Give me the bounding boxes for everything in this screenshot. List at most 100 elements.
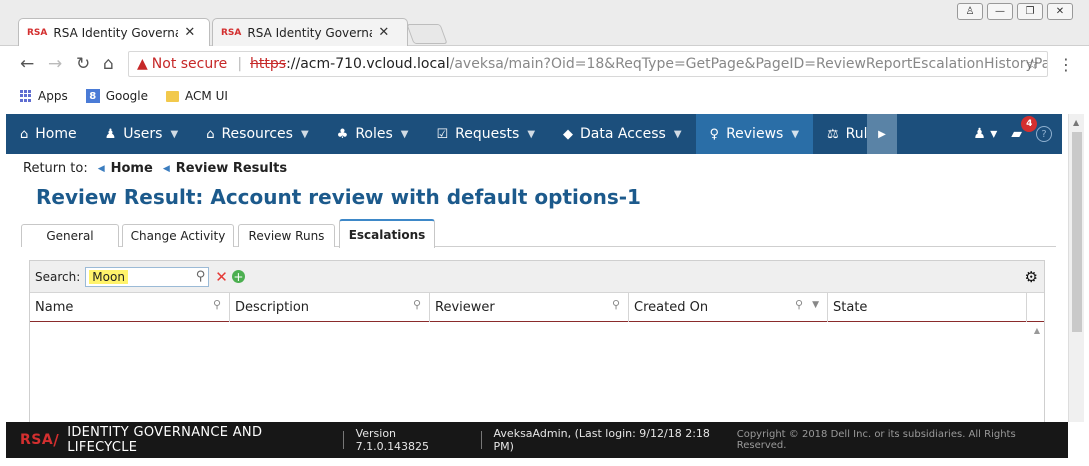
grid-scroll-up-icon[interactable]: ▲ [1034,326,1040,335]
rules-icon: ⚖ [827,126,839,142]
bookmark-google[interactable]: 8 Google [85,89,149,103]
home-icon[interactable]: ⌂ [103,54,114,74]
logo-slash-icon: / [53,431,60,449]
logo-text: RSA [20,432,54,448]
nav-label: Data Access [580,126,666,142]
rsa-favicon-icon: RSA [27,27,48,38]
url-host: ://acm-710.vcloud.local [286,56,450,72]
breadcrumb-link-home[interactable]: Home [111,161,153,176]
bookmark-star-icon[interactable]: ☆ [1026,55,1039,73]
column-header-state[interactable]: State [828,293,1027,322]
rsa-favicon-icon: RSA [221,27,242,38]
browser-tab-2[interactable]: RSA RSA Identity Governance an ✕ [212,18,408,46]
bookmark-label: ACM UI [185,89,228,103]
column-filter-icon[interactable]: ⚲ [213,298,221,311]
url-separator: | [237,56,243,72]
browser-tab-1[interactable]: RSA RSA Identity Governance an ✕ [18,18,210,46]
back-arrow-icon[interactable]: ← [20,54,34,74]
chevron-down-icon: ▼ [527,128,536,140]
not-secure-label: Not secure [151,56,228,72]
bookmark-acm-ui[interactable]: ACM UI [166,89,228,103]
nav-rules[interactable]: ⚖ Rules [813,114,867,154]
breadcrumb: Return to: ◀ Home ◀ Review Results [23,161,287,176]
search-label: Search: [35,269,81,284]
maximize-icon[interactable]: ❐ [1017,3,1043,20]
escalations-grid: Search: Moon ⚲ ✕ + ⚙ Name ⚲ Description … [29,260,1045,422]
nav-requests[interactable]: ☑ Requests ▼ [422,114,549,154]
search-icon[interactable]: ⚲ [196,269,206,284]
search-input[interactable]: Moon ⚲ [85,266,210,287]
url-input[interactable]: ▲ Not secure | https ://acm-710.vcloud.l… [128,51,1048,77]
close-tab-icon[interactable]: ✕ [378,25,389,40]
new-tab-button[interactable] [406,24,448,44]
column-filter-icon[interactable]: ⚲ [413,298,421,311]
notification-count-badge: 4 [1021,116,1038,132]
tab-change-activity[interactable]: Change Activity [122,224,234,247]
warning-icon: ▲ [137,56,148,72]
chevron-down-icon: ▼ [400,128,409,140]
gear-icon[interactable]: ⚙ [1025,268,1038,286]
resources-icon: ⌂ [206,126,215,142]
grid-header: Name ⚲ Description ⚲ Reviewer ⚲ Created … [30,293,1044,322]
column-header-description[interactable]: Description ⚲ [230,293,430,322]
caret-left-icon: ◀ [162,163,170,174]
browser-menu-icon[interactable]: ⋮ [1058,55,1074,74]
copyright-text: Copyright © 2018 Dell Inc. or its subsid… [736,429,1016,451]
version-text: Version 7.1.0.143825 [355,427,430,453]
minimize-icon[interactable]: — [987,3,1013,20]
column-label: State [833,300,868,315]
nav-roles[interactable]: ♣ Roles ▼ [323,114,423,154]
column-filter-icon[interactable]: ⚲ [612,298,620,311]
chevron-down-icon: ▼ [300,128,309,140]
forward-arrow-icon[interactable]: → [48,54,62,74]
nav-reviews[interactable]: ♀ Reviews ▼ [695,114,814,154]
footer: RSA / IDENTITY GOVERNANCE AND LIFECYCLE … [6,422,1068,458]
clear-search-icon[interactable]: ✕ [215,268,228,286]
column-header-reviewer[interactable]: Reviewer ⚲ [430,293,629,322]
chevron-right-icon: ▶ [878,128,886,140]
add-filter-icon[interactable]: + [231,270,245,283]
home-icon: ⌂ [20,126,29,142]
sort-descending-icon[interactable]: ▼ [812,300,819,310]
data-access-icon: ◆ [563,126,574,142]
chevron-down-icon: ▼ [170,128,179,140]
nav-home[interactable]: ⌂ Home [6,114,91,154]
column-label: Created On [634,300,709,315]
notifications-icon[interactable]: ▰ 4 [1011,116,1038,142]
column-filter-icon[interactable]: ⚲ [795,298,803,311]
column-label: Description [235,300,310,315]
chevron-down-icon: ▼ [791,128,800,140]
bookmark-apps[interactable]: Apps [20,89,68,103]
browser-titlebar: RSA RSA Identity Governance an ✕ RSA RSA… [0,0,1089,46]
scroll-up-icon[interactable]: ▲ [1073,118,1079,127]
user-menu-icon[interactable]: ♟ ▾ [973,126,997,142]
nav-scroll-right-button[interactable]: ▶ [867,114,898,154]
tab-general[interactable]: General [21,224,119,247]
browser-tab-title: RSA Identity Governance an [247,25,372,40]
bookmark-label: Google [105,89,149,103]
tab-escalations[interactable]: Escalations [339,219,435,248]
page-scrollbar[interactable]: ▲ [1068,114,1084,422]
nav-data-access[interactable]: ◆ Data Access ▼ [549,114,696,154]
browser-tab-title: RSA Identity Governance an [53,25,178,40]
nav-users[interactable]: ♟ Users ▼ [91,114,193,154]
breadcrumb-prefix: Return to: [23,161,88,176]
nav-resources[interactable]: ⌂ Resources ▼ [192,114,322,154]
user-profile-icon[interactable]: ♙ [957,3,983,20]
reload-icon[interactable]: ↻ [76,54,90,74]
column-header-created-on[interactable]: Created On ⚲ ▼ [629,293,828,322]
scrollbar-thumb[interactable] [1072,132,1082,332]
window-controls: ♙ — ❐ ✕ [957,3,1073,20]
url-scheme: https [250,56,287,72]
column-header-name[interactable]: Name ⚲ [30,293,230,322]
url-path: /aveksa/main?Oid=18&ReqType=GetPage&Page… [449,56,1048,72]
google-icon: 8 [85,89,100,103]
search-value: Moon [89,269,128,284]
tab-review-runs[interactable]: Review Runs [238,224,335,247]
close-window-icon[interactable]: ✕ [1047,3,1073,20]
main-nav: ⌂ Home ♟ Users ▼ ⌂ Resources ▼ ♣ Roles ▼… [6,114,1062,154]
nav-label: Resources [221,126,293,142]
breadcrumb-link-review-results[interactable]: Review Results [176,161,287,176]
help-icon[interactable]: ? [1036,126,1052,142]
close-tab-icon[interactable]: ✕ [184,25,195,40]
